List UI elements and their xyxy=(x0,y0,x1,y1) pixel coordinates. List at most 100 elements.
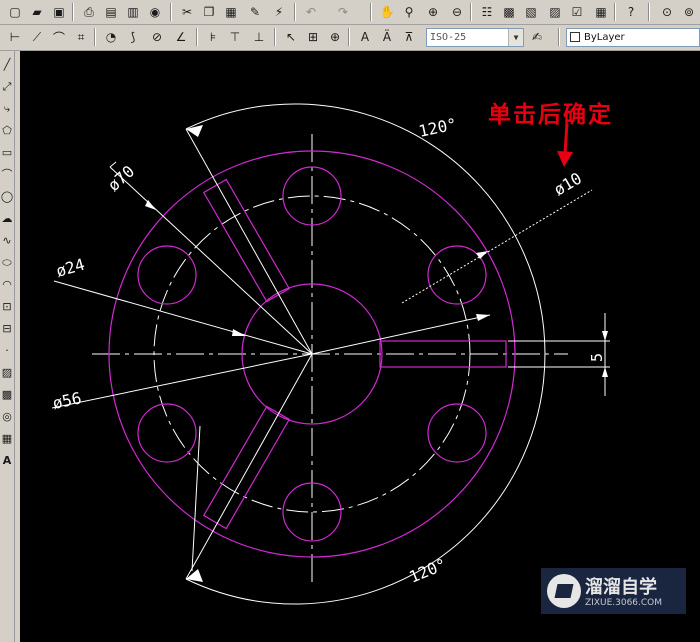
hatch-icon[interactable]: ▨ xyxy=(0,363,14,383)
ellipse-icon[interactable]: ⬭ xyxy=(0,253,14,273)
angular-extension-line-upper xyxy=(185,128,313,355)
circle-icon[interactable]: ◯ xyxy=(0,187,14,207)
bolt-hole xyxy=(137,245,197,305)
dimension-style-icon[interactable]: ✍ xyxy=(528,28,546,46)
orbit-free-icon[interactable]: ⊚ xyxy=(680,3,698,21)
dia24-label: ø24 xyxy=(54,255,87,281)
toolbar-separator xyxy=(94,28,96,46)
sheet-set-icon[interactable]: ▨ xyxy=(546,3,564,21)
toolbar-separator xyxy=(294,3,296,21)
layer-color-select[interactable]: ByLayer xyxy=(566,28,700,47)
polygon-icon[interactable]: ⬠ xyxy=(0,121,14,141)
tool-palettes-icon[interactable]: ▧ xyxy=(522,3,540,21)
draw-toolbar: ╱ ⤢ ⤷ ⬠ ▭ ⌒ ◯ ☁ ∿ ⬭ ◠ ⊡ ⊟ · ▨ ▩ ◎ ▦ A xyxy=(0,51,15,642)
plot-icon[interactable]: ▥ xyxy=(124,3,142,21)
chevron-down-icon[interactable]: ▼ xyxy=(508,29,523,46)
table-icon[interactable]: ▦ xyxy=(0,429,14,449)
zoom-realtime-icon[interactable]: ⚲ xyxy=(400,3,418,21)
linear-dimension-icon[interactable]: ⊢ xyxy=(6,28,24,46)
arc-length-icon[interactable]: ⌒ xyxy=(50,28,68,46)
calculator-icon[interactable]: ▦ xyxy=(592,3,610,21)
continue-icon[interactable]: ⊥ xyxy=(250,28,268,46)
match-properties-icon[interactable]: ✎ xyxy=(246,3,264,21)
open-icon[interactable]: ▰ xyxy=(28,3,46,21)
angular-extension-line-lower xyxy=(185,353,313,580)
watermark-url: ZIXUE.3066.COM xyxy=(585,598,663,608)
toolbar-separator xyxy=(170,3,172,21)
zoom-window-icon[interactable]: ⊕ xyxy=(424,3,442,21)
angular-icon[interactable]: ∠ xyxy=(172,28,190,46)
center-mark-icon[interactable]: ⊕ xyxy=(326,28,344,46)
publish-icon[interactable]: ◉ xyxy=(146,3,164,21)
pan-icon[interactable]: ✋ xyxy=(378,3,396,21)
insert-block-icon[interactable]: ⊡ xyxy=(0,297,14,317)
ellipse-arc-icon[interactable]: ◠ xyxy=(0,275,14,295)
jogged-icon[interactable]: ⟆ xyxy=(124,28,142,46)
polyline-icon[interactable]: ⤷ xyxy=(0,99,14,119)
quick-dimension-icon[interactable]: ⊧ xyxy=(204,28,222,46)
paste-icon[interactable]: ▦ xyxy=(222,3,240,21)
arrowhead xyxy=(186,125,203,137)
spline-icon[interactable]: ∿ xyxy=(0,231,14,251)
diameter-icon[interactable]: ⊘ xyxy=(148,28,166,46)
properties-icon[interactable]: ☷ xyxy=(478,3,496,21)
dimension-text-edit-icon[interactable]: Ä xyxy=(378,28,396,46)
dia56-leader xyxy=(51,353,313,409)
new-icon[interactable]: ▢ xyxy=(6,3,24,21)
arrowhead xyxy=(232,329,246,336)
arc-icon[interactable]: ⌒ xyxy=(0,165,14,185)
point-icon[interactable]: · xyxy=(0,341,14,361)
baseline-icon[interactable]: ⊤ xyxy=(226,28,244,46)
aligned-dimension-icon[interactable]: ⟋ xyxy=(28,28,46,46)
construction-line-icon[interactable]: ⤢ xyxy=(0,77,14,97)
revision-cloud-icon[interactable]: ☁ xyxy=(0,209,14,229)
toolbar-separator xyxy=(370,3,372,21)
make-block-icon[interactable]: ⊟ xyxy=(0,319,14,339)
cad-drawing[interactable]: 120° 120° ø70 ø24 ø56 ø10 5 xyxy=(20,51,700,642)
arrowhead xyxy=(602,367,608,377)
instruction-annotation: 单击后确定 xyxy=(488,101,613,128)
print-icon[interactable]: ⎙ xyxy=(80,3,98,21)
tolerance-icon[interactable]: ⊞ xyxy=(304,28,322,46)
ordinate-icon[interactable]: ⌗ xyxy=(72,28,90,46)
toolbar-separator xyxy=(196,28,198,46)
cut-icon[interactable]: ✂ xyxy=(178,3,196,21)
toolbar-separator xyxy=(558,28,560,46)
toolbar-separator xyxy=(274,28,276,46)
design-center-icon[interactable]: ▩ xyxy=(500,3,518,21)
dimension-update-icon[interactable]: ⊼ xyxy=(400,28,418,46)
bolt-hole xyxy=(427,403,487,463)
zoom-previous-icon[interactable]: ⊖ xyxy=(448,3,466,21)
copy-icon[interactable]: ❐ xyxy=(200,3,218,21)
help-icon[interactable]: ? xyxy=(622,3,640,21)
redo-icon[interactable]: ↷ xyxy=(334,3,352,21)
leader-icon[interactable]: ↖ xyxy=(282,28,300,46)
toolbar-separator xyxy=(72,3,74,21)
preview-icon[interactable]: ▤ xyxy=(102,3,120,21)
extension-line xyxy=(191,425,201,572)
dia10-label: ø10 xyxy=(551,169,586,200)
standard-toolbar: ▢ ▰ ▣ ⎙ ▤ ▥ ◉ ✂ ❐ ▦ ✎ ⚡ ↶ ↷ ✋ ⚲ ⊕ ⊖ ☷ ▩ … xyxy=(0,0,700,25)
markup-icon[interactable]: ☑ xyxy=(568,3,586,21)
width-label: 5 xyxy=(588,353,606,362)
dimension-toolbar: ⊢ ⟋ ⌒ ⌗ ◔ ⟆ ⊘ ∠ ⊧ ⊤ ⊥ ↖ ⊞ ⊕ A Ä ⊼ ISO-25… xyxy=(0,25,700,51)
line-icon[interactable]: ╱ xyxy=(0,55,14,75)
orbit-icon[interactable]: ⊙ xyxy=(658,3,676,21)
rectangle-icon[interactable]: ▭ xyxy=(0,143,14,163)
region-icon[interactable]: ◎ xyxy=(0,407,14,427)
watermark-title: 溜溜自学 xyxy=(585,577,657,598)
toolbar-separator xyxy=(648,3,650,21)
undo-icon[interactable]: ↶ xyxy=(302,3,320,21)
dimension-edit-icon[interactable]: A xyxy=(356,28,374,46)
dimension-style-value: ISO-25 xyxy=(430,32,467,43)
block-editor-icon[interactable]: ⚡ xyxy=(270,3,288,21)
bolt-hole xyxy=(137,403,197,463)
multiline-text-icon[interactable]: A xyxy=(0,451,14,471)
save-icon[interactable]: ▣ xyxy=(50,3,68,21)
color-swatch-icon xyxy=(570,32,580,42)
drawing-canvas[interactable]: 120° 120° ø70 ø24 ø56 ø10 5 单击后确定 溜溜自学 Z… xyxy=(20,51,700,642)
gradient-icon[interactable]: ▩ xyxy=(0,385,14,405)
dimension-style-select[interactable]: ISO-25 ▼ xyxy=(426,28,524,47)
angle-label-top: 120° xyxy=(417,114,459,141)
radius-icon[interactable]: ◔ xyxy=(102,28,120,46)
